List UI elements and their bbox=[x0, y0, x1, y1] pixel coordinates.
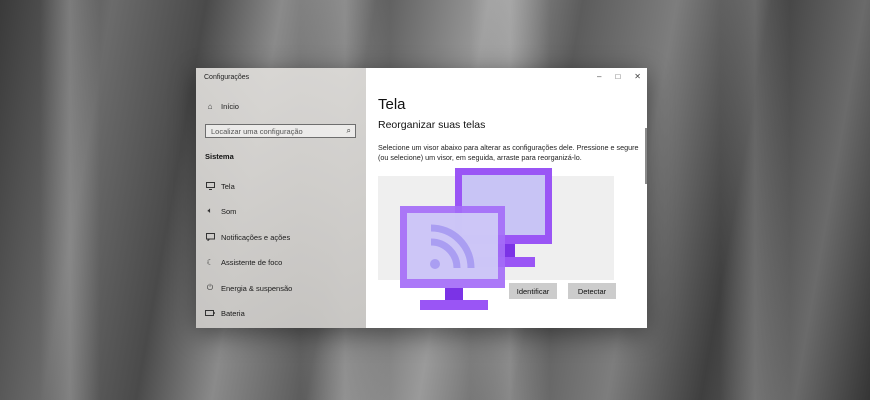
window-controls: – □ ✕ bbox=[597, 72, 641, 81]
sidebar-item-energia[interactable]: ⏻ Energia & suspensão bbox=[204, 280, 292, 296]
notification-icon bbox=[204, 233, 216, 241]
scrollbar[interactable] bbox=[645, 128, 647, 184]
speaker-icon: 🔈︎ bbox=[207, 206, 213, 215]
detect-button[interactable]: Detectar bbox=[568, 283, 616, 299]
sidebar-item-label: Início bbox=[221, 101, 239, 111]
moon-icon: ☾ bbox=[206, 257, 214, 267]
minimize-button[interactable]: – bbox=[597, 72, 601, 81]
sidebar-item-foco[interactable]: ☾ Assistente de foco bbox=[204, 254, 282, 270]
sidebar-item-tela[interactable]: Tela bbox=[204, 178, 235, 194]
sidebar-item-label: Notificações e ações bbox=[221, 232, 291, 242]
home-icon: ⌂ bbox=[207, 101, 213, 111]
app-title: Configurações bbox=[204, 74, 250, 81]
search-input[interactable]: Localizar uma configuração ⌕ bbox=[205, 124, 356, 138]
section-subtitle: Reorganizar suas telas bbox=[378, 119, 486, 131]
sidebar-item-label: Tela bbox=[221, 181, 235, 191]
section-title: Sistema bbox=[205, 152, 234, 161]
sidebar: Configurações ⌂ Início Localizar uma con… bbox=[196, 68, 366, 328]
power-icon: ⏻ bbox=[206, 283, 214, 292]
search-placeholder: Localizar uma configuração bbox=[211, 126, 303, 136]
wallpaper-streak bbox=[720, 0, 790, 400]
sidebar-item-label: Som bbox=[221, 206, 237, 216]
page-title: Tela bbox=[378, 96, 406, 113]
sidebar-item-label: Energia & suspensão bbox=[221, 283, 293, 293]
search-icon[interactable]: ⌕ bbox=[347, 126, 355, 136]
sidebar-item-home[interactable]: ⌂ Início bbox=[204, 98, 239, 114]
monitor-icon bbox=[204, 182, 216, 190]
sidebar-item-notificacoes[interactable]: Notificações e ações bbox=[204, 229, 290, 245]
maximize-button[interactable]: □ bbox=[615, 72, 620, 81]
sidebar-item-som[interactable]: 🔈︎ Som bbox=[204, 203, 237, 219]
sidebar-item-label: Assistente de foco bbox=[221, 257, 283, 267]
sidebar-item-label: Bateria bbox=[221, 308, 245, 318]
close-button[interactable]: ✕ bbox=[634, 72, 641, 81]
wallpaper-streak bbox=[40, 0, 100, 400]
monitors-illustration bbox=[400, 168, 552, 310]
monitor-front-icon bbox=[400, 206, 505, 310]
battery-icon bbox=[204, 310, 216, 316]
sidebar-item-bateria[interactable]: Bateria bbox=[204, 305, 245, 321]
